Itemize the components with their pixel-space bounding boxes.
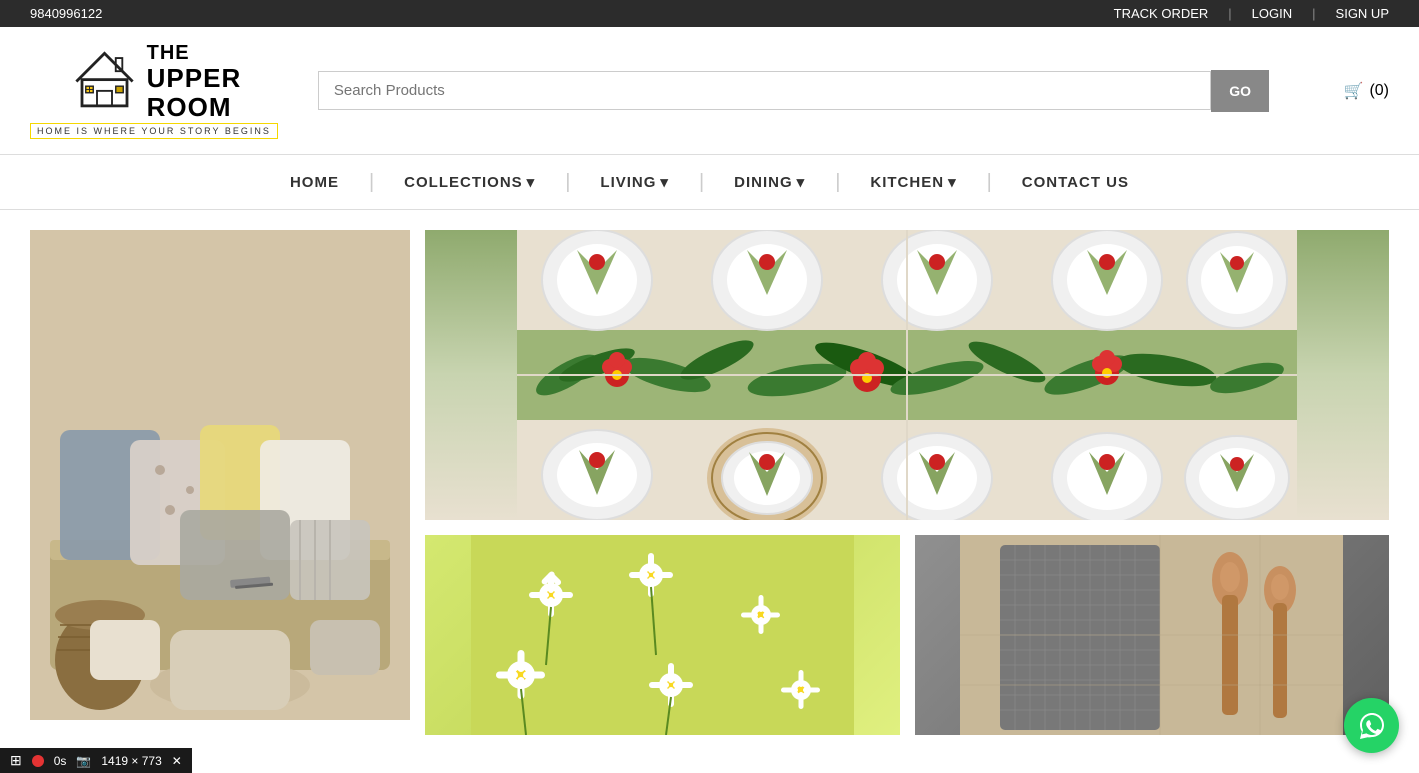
nav-contact[interactable]: CONTACT US	[992, 156, 1159, 209]
towel-svg	[960, 535, 1343, 735]
logo-text: THE UPPER ROOM	[147, 42, 242, 121]
pillows-svg	[30, 230, 410, 720]
signup-link[interactable]: SIGN UP	[1336, 6, 1389, 21]
nav-collections[interactable]: COLLECTIONS ▾	[374, 155, 565, 209]
cart-icon: 🛒	[1344, 81, 1364, 101]
nav-kitchen[interactable]: KITCHEN ▾	[840, 155, 986, 209]
divider1: |	[1228, 6, 1231, 21]
bottom-row	[425, 535, 1389, 735]
kitchen-chevron-icon: ▾	[948, 173, 957, 191]
search-button[interactable]: GO	[1211, 70, 1269, 112]
close-icon[interactable]: ✕	[172, 754, 182, 768]
cart-area[interactable]: 🛒 (0)	[1309, 81, 1389, 101]
top-bar: 9840996122 TRACK ORDER | LOGIN | SIGN UP	[0, 0, 1419, 27]
table-svg	[517, 230, 1297, 520]
dining-chevron-icon: ▾	[797, 173, 806, 191]
cart-count: (0)	[1369, 82, 1389, 100]
nav-living[interactable]: LIVING ▾	[570, 155, 699, 209]
nav-home[interactable]: HOME	[260, 156, 369, 209]
track-order-link[interactable]: TRACK ORDER	[1114, 6, 1209, 21]
camera-icon: 📷	[76, 754, 91, 768]
living-chevron-icon: ▾	[660, 173, 669, 191]
collections-chevron-icon: ▾	[527, 173, 536, 191]
house-icon	[67, 44, 142, 119]
divider2: |	[1312, 6, 1315, 21]
logo-tagline: HOME IS WHERE YOUR STORY BEGINS	[30, 123, 278, 139]
bottom-toolbar: ⊞ 0s 📷 1419 × 773 ✕	[0, 748, 192, 773]
logo-area[interactable]: THE UPPER ROOM HOME IS WHERE YOUR STORY …	[30, 42, 278, 139]
main-nav: HOME | COLLECTIONS ▾ | LIVING ▾ | DINING…	[0, 154, 1419, 210]
left-panel	[30, 230, 410, 735]
right-panel	[425, 230, 1389, 735]
timer-display: 0s	[54, 754, 67, 768]
daisy-image	[425, 535, 900, 735]
table-settings-image	[425, 230, 1389, 520]
login-link[interactable]: LOGIN	[1252, 6, 1292, 21]
main-content	[0, 210, 1419, 755]
nav-dining[interactable]: DINING ▾	[704, 155, 835, 209]
header: THE UPPER ROOM HOME IS WHERE YOUR STORY …	[0, 27, 1419, 154]
logo-box: THE UPPER ROOM	[67, 42, 242, 121]
grid-icon: ⊞	[10, 752, 22, 769]
whatsapp-icon	[1356, 710, 1388, 742]
recording-indicator	[32, 755, 44, 767]
daisy-svg	[471, 535, 854, 735]
pillows-image	[30, 230, 410, 720]
search-input[interactable]	[318, 71, 1211, 110]
towel-image	[915, 535, 1390, 735]
phone-number: 9840996122	[30, 6, 102, 21]
whatsapp-button[interactable]	[1344, 698, 1399, 753]
dimensions-display: 1419 × 773	[101, 754, 161, 768]
search-area: GO	[318, 70, 1269, 112]
